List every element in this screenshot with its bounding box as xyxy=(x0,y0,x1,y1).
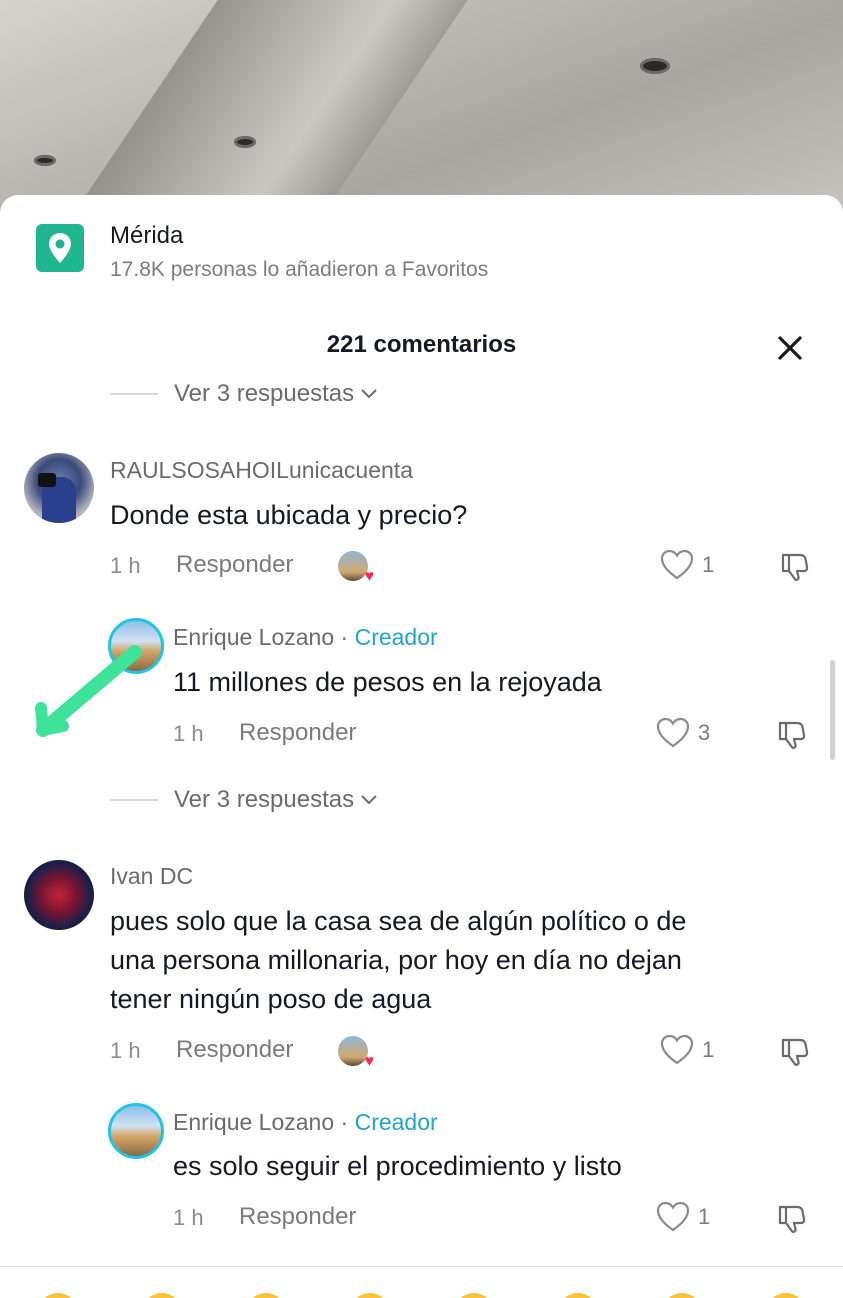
heart-icon xyxy=(656,717,690,748)
like-count: 1 xyxy=(702,1037,715,1062)
like-button[interactable]: 3 xyxy=(656,717,710,749)
comment-username[interactable]: Ivan DC xyxy=(110,863,193,890)
ceiling-light xyxy=(234,136,256,148)
comment-text: es solo seguir el procedimiento y listo xyxy=(173,1151,622,1181)
heart-icon xyxy=(656,1201,690,1232)
separator: · xyxy=(334,624,355,650)
comment-time: 1 h xyxy=(173,1205,204,1230)
reply-username-line: Enrique Lozano · Creador xyxy=(173,624,438,651)
comment-username[interactable]: Enrique Lozano xyxy=(173,624,334,650)
emoji-button[interactable] xyxy=(558,1293,598,1298)
location-badge[interactable] xyxy=(36,224,84,272)
avatar[interactable] xyxy=(24,860,94,930)
like-button[interactable]: 1 xyxy=(660,1034,714,1066)
divider-line xyxy=(110,393,158,395)
heart-icon: ♥ xyxy=(364,568,375,585)
chevron-down-icon xyxy=(361,795,377,805)
emoji-button[interactable] xyxy=(454,1293,494,1298)
emoji-button[interactable] xyxy=(142,1293,182,1298)
reply-button[interactable]: Responder xyxy=(176,1036,293,1064)
annotation-arrow xyxy=(35,645,142,737)
location-name[interactable]: Mérida xyxy=(110,222,183,250)
comment-username[interactable]: Enrique Lozano xyxy=(173,1109,334,1135)
creator-badge: Creador xyxy=(354,624,438,650)
divider-line xyxy=(110,799,158,801)
comment-username[interactable]: RAULSOSAHOILunicacuenta xyxy=(110,457,413,484)
comment-time: 1 h xyxy=(110,553,141,578)
comments-count: 221 comentarios xyxy=(326,331,517,358)
creator-badge: Creador xyxy=(354,1109,438,1135)
like-button[interactable]: 1 xyxy=(656,1201,710,1233)
comment-text-line: tener ningún poso de agua xyxy=(110,984,432,1014)
dislike-icon[interactable] xyxy=(775,717,809,751)
separator: · xyxy=(334,1109,355,1135)
avatar[interactable] xyxy=(24,453,94,523)
heart-icon xyxy=(660,549,694,580)
reply-button[interactable]: Responder xyxy=(239,719,356,747)
creator-liked-badge: ♥ xyxy=(338,1036,374,1070)
comment-time: 1 h xyxy=(173,721,204,746)
like-count: 1 xyxy=(698,1204,711,1229)
ceiling-light xyxy=(34,155,56,166)
emoji-button[interactable] xyxy=(662,1293,702,1298)
scrollbar[interactable] xyxy=(830,660,835,760)
heart-icon: ♥ xyxy=(364,1053,375,1070)
like-count: 3 xyxy=(698,720,711,745)
creator-avatar[interactable] xyxy=(108,1103,164,1159)
view-replies-button[interactable]: Ver 3 respuestas xyxy=(110,786,378,814)
location-favorites-count: 17.8K personas lo añadieron a Favoritos xyxy=(110,258,489,281)
reply-button[interactable]: Responder xyxy=(176,551,293,579)
dislike-icon[interactable] xyxy=(775,1201,809,1235)
reply-button[interactable]: Responder xyxy=(239,1203,356,1231)
like-count: 1 xyxy=(702,552,715,577)
reply-username-line: Enrique Lozano · Creador xyxy=(173,1109,438,1136)
emoji-button[interactable] xyxy=(350,1293,390,1298)
heart-icon xyxy=(660,1034,694,1065)
comment-text-line: una persona millonaria, por hoy en día n… xyxy=(110,945,682,975)
emoji-bar-divider xyxy=(0,1266,843,1267)
view-replies-button[interactable]: Ver 3 respuestas xyxy=(110,380,378,408)
view-replies-label: Ver 3 respuestas xyxy=(174,380,355,407)
ceiling-light xyxy=(640,58,670,74)
comment-text: pues solo que la casa sea de algún polít… xyxy=(110,902,686,1019)
chevron-down-icon xyxy=(361,389,377,399)
emoji-button[interactable] xyxy=(766,1293,806,1298)
like-button[interactable]: 1 xyxy=(660,549,714,581)
comment-text-line: pues solo que la casa sea de algún polít… xyxy=(110,906,687,936)
dislike-icon[interactable] xyxy=(778,549,812,583)
comment-text: 11 millones de pesos en la rejoyada xyxy=(173,667,602,697)
comment-time: 1 h xyxy=(110,1038,141,1063)
comment-text: Donde esta ubicada y precio? xyxy=(110,500,468,530)
emoji-button[interactable] xyxy=(38,1293,78,1298)
dislike-icon[interactable] xyxy=(778,1034,812,1068)
view-replies-label: Ver 3 respuestas xyxy=(174,786,355,813)
location-pin-icon xyxy=(49,233,71,263)
close-icon[interactable] xyxy=(772,330,808,366)
creator-liked-badge: ♥ xyxy=(338,551,374,585)
emoji-bar xyxy=(0,1280,843,1298)
emoji-button[interactable] xyxy=(246,1293,286,1298)
